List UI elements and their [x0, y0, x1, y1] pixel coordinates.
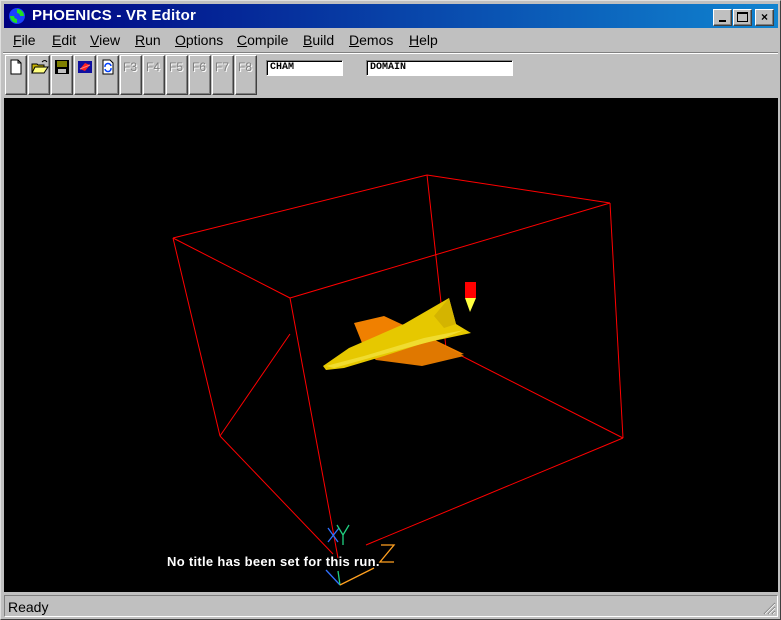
- menu-mnemonic: V: [90, 32, 100, 48]
- domain-box: [172, 174, 624, 559]
- x-axis-label: [327, 527, 340, 543]
- cham-field[interactable]: CHAM: [266, 60, 343, 76]
- minimize-icon: [719, 20, 726, 22]
- aircraft-object: [323, 298, 471, 370]
- probe-body: [465, 282, 476, 298]
- menu-edit[interactable]: Edit: [52, 32, 76, 48]
- menu-label: elp: [419, 32, 438, 48]
- close-button[interactable]: ×: [755, 9, 774, 26]
- menu-label: ompile: [247, 32, 289, 48]
- scene-canvas: [172, 174, 624, 586]
- reset-view-button[interactable]: [97, 55, 119, 95]
- phoenics-logo-icon: [9, 8, 25, 24]
- domain-edge: [289, 297, 339, 559]
- menu-mnemonic: B: [303, 32, 313, 48]
- f4-button[interactable]: F4: [143, 55, 165, 95]
- toolbar: F3 F4 F5 F6 F7 F8 CHAM DOMAIN: [4, 53, 778, 97]
- f7-button[interactable]: F7: [212, 55, 234, 95]
- view-object-button[interactable]: [74, 55, 96, 95]
- menu-file[interactable]: File: [13, 32, 36, 48]
- menu-mnemonic: C: [237, 32, 248, 48]
- domain-edge: [219, 435, 334, 555]
- menu-demos[interactable]: Demos: [349, 32, 393, 48]
- f8-button[interactable]: F8: [235, 55, 257, 95]
- f5-button[interactable]: F5: [166, 55, 188, 95]
- save-disk-icon: [55, 60, 69, 74]
- f6-label: F6: [192, 60, 207, 74]
- open-folder-icon: [31, 60, 49, 74]
- menu-mnemonic: D: [349, 32, 360, 48]
- domain-edge: [445, 347, 624, 439]
- menu-label: emos: [359, 32, 394, 48]
- app-window: PHOENICS - VR Editor × File Edit View Ru…: [0, 0, 781, 620]
- menu-mnemonic: O: [175, 32, 186, 48]
- probe-tip: [465, 298, 476, 312]
- view-object-icon: [78, 61, 92, 73]
- maximize-button[interactable]: [733, 9, 752, 26]
- resize-grip-icon[interactable]: [762, 601, 776, 615]
- title-bar[interactable]: PHOENICS - VR Editor ×: [4, 4, 778, 28]
- menu-run[interactable]: Run: [135, 32, 161, 48]
- domain-edge: [172, 237, 221, 437]
- probe-marker: [465, 282, 476, 312]
- domain-field[interactable]: DOMAIN: [366, 60, 513, 76]
- menu-label: ptions: [185, 32, 224, 48]
- menu-view[interactable]: View: [90, 32, 120, 48]
- new-file-icon: [10, 59, 22, 75]
- menu-label: un: [145, 32, 161, 48]
- menu-compile[interactable]: Compile: [237, 32, 288, 48]
- z-axis-label: [378, 544, 396, 563]
- domain-edge: [289, 202, 611, 299]
- domain-edge: [426, 174, 611, 204]
- maximize-icon: [737, 12, 748, 22]
- save-file-button[interactable]: [51, 55, 73, 95]
- domain-edge: [219, 333, 291, 437]
- f8-label: F8: [238, 60, 253, 74]
- menu-mnemonic: F: [13, 32, 22, 48]
- close-icon: ×: [760, 10, 768, 24]
- reset-view-icon: [102, 59, 114, 75]
- f3-label: F3: [123, 60, 138, 74]
- run-title-label: No title has been set for this run.: [167, 554, 380, 569]
- status-bar: Ready: [4, 595, 778, 617]
- f4-label: F4: [146, 60, 161, 74]
- domain-edge: [609, 202, 624, 439]
- menu-options[interactable]: Options: [175, 32, 223, 48]
- f6-button[interactable]: F6: [189, 55, 211, 95]
- menu-bar: File Edit View Run Options Compile Build…: [4, 29, 778, 51]
- status-text: Ready: [8, 599, 49, 615]
- axis-z-line: [339, 567, 375, 586]
- menu-help[interactable]: Help: [409, 32, 438, 48]
- 3d-viewport[interactable]: No title has been set for this run.: [4, 98, 778, 592]
- domain-edge: [365, 437, 624, 546]
- f5-label: F5: [169, 60, 184, 74]
- open-file-button[interactable]: [28, 55, 50, 95]
- menu-label: dit: [61, 32, 77, 48]
- menu-build[interactable]: Build: [303, 32, 334, 48]
- window-title: PHOENICS - VR Editor: [32, 7, 197, 24]
- domain-edge: [172, 237, 291, 299]
- f3-button[interactable]: F3: [120, 55, 142, 95]
- minimize-button[interactable]: [713, 9, 732, 26]
- new-file-button[interactable]: [5, 55, 27, 95]
- menu-mnemonic: R: [135, 32, 146, 48]
- menu-mnemonic: E: [52, 32, 62, 48]
- menu-label: uild: [312, 32, 335, 48]
- menu-label: iew: [99, 32, 121, 48]
- domain-edge: [172, 174, 428, 239]
- menu-mnemonic: H: [409, 32, 420, 48]
- y-axis-label: [336, 524, 350, 545]
- f7-label: F7: [215, 60, 230, 74]
- menu-label: ile: [21, 32, 36, 48]
